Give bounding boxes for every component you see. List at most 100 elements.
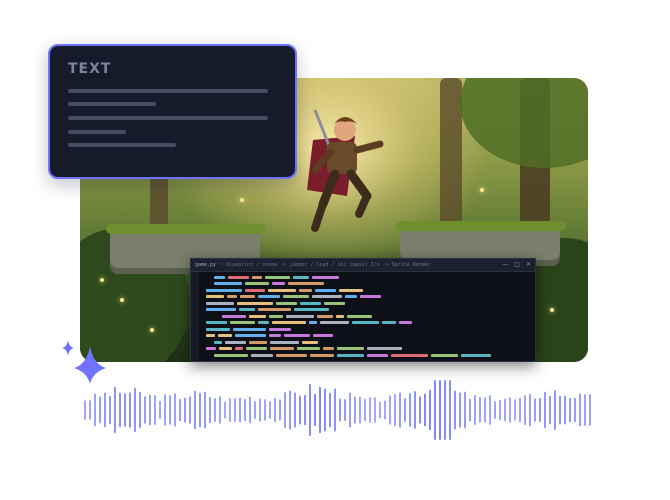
waveform-bar (574, 397, 576, 423)
code-token (268, 288, 296, 292)
code-token (310, 353, 334, 357)
waveform-bar (439, 380, 441, 440)
waveform-bar (369, 397, 371, 423)
waveform-bar (389, 395, 391, 425)
code-token (206, 301, 234, 305)
waveform-bar (264, 399, 266, 421)
waveform-bar (329, 392, 331, 428)
code-token (219, 347, 232, 351)
code-token (302, 340, 318, 344)
code-token (272, 321, 306, 325)
waveform-bar (169, 395, 171, 425)
editor-tab-title[interactable]: game.py (195, 262, 216, 268)
code-token (258, 321, 269, 325)
code-token (214, 275, 225, 279)
waveform-bar (399, 392, 401, 428)
text-placeholder-line (68, 130, 126, 134)
waveform-bar (249, 396, 251, 424)
code-token (214, 353, 248, 357)
waveform-bar (99, 396, 101, 424)
firefly (100, 278, 104, 282)
code-token (313, 334, 333, 338)
code-token (337, 353, 364, 357)
waveform-bar (319, 386, 321, 434)
waveform-bar (154, 395, 156, 425)
close-icon[interactable]: ✕ (526, 261, 531, 269)
waveform-bar (519, 397, 521, 423)
code-token (297, 347, 320, 351)
waveform-bar (174, 393, 176, 427)
code-token (214, 340, 222, 344)
code-token (324, 301, 345, 305)
waveform-bar (309, 384, 311, 436)
code-token (276, 301, 297, 305)
editor-titlebar: game.py ~ blueprint / scene -> jumper / … (191, 259, 535, 272)
waveform-bar (589, 394, 591, 426)
waveform-bar (239, 397, 241, 423)
waveform-bar (104, 392, 106, 428)
waveform-bar (199, 392, 201, 428)
code-token (299, 288, 312, 292)
waveform-bar (494, 401, 496, 419)
waveform-bar (189, 396, 191, 424)
text-card-title: TEXT (68, 61, 112, 77)
waveform-bar (564, 395, 566, 425)
code-token (270, 340, 299, 344)
waveform-bar (374, 396, 376, 424)
text-placeholder-line (68, 143, 176, 147)
text-placeholder-line (68, 116, 268, 120)
code-token (246, 347, 267, 351)
waveform-bar (224, 401, 226, 419)
waveform-bar (554, 390, 556, 430)
code-token (286, 314, 314, 318)
waveform-bar (509, 397, 511, 423)
waveform-bar (254, 400, 256, 420)
firefly (550, 308, 554, 312)
code-token (345, 295, 357, 299)
waveform-bar (124, 393, 126, 427)
code-token (309, 321, 317, 325)
waveform-bar (359, 396, 361, 424)
foliage (460, 78, 588, 168)
waveform-bar (89, 400, 91, 420)
audio-waveform (84, 380, 591, 440)
waveform-bar (409, 393, 411, 427)
waveform-bar (229, 397, 231, 423)
code-token (293, 275, 309, 279)
code-line (203, 352, 531, 359)
text-placeholder-line (68, 102, 156, 106)
waveform-bar (299, 395, 301, 425)
code-token (249, 314, 266, 318)
code-token (230, 321, 255, 325)
window-controls: — □ ✕ (502, 261, 531, 269)
waveform-bar (429, 389, 431, 431)
waveform-bar (534, 398, 536, 422)
code-token (461, 353, 491, 357)
code-token (239, 308, 255, 312)
waveform-bar (384, 400, 386, 420)
waveform-bar (139, 391, 141, 429)
waveform-bar (94, 393, 96, 427)
waveform-bar (119, 392, 121, 428)
waveform-bar (339, 398, 341, 422)
line-number-gutter (191, 272, 199, 361)
code-token (206, 288, 242, 292)
waveform-bar (194, 390, 196, 430)
code-token (251, 353, 273, 357)
waveform-bar (219, 396, 221, 424)
code-token (206, 327, 230, 331)
code-token (399, 321, 412, 325)
minimize-icon[interactable]: — (502, 261, 508, 269)
code-token (214, 282, 242, 286)
waveform-bar (344, 399, 346, 421)
code-area[interactable] (199, 272, 535, 361)
waveform-bar (334, 388, 336, 432)
waveform-bar (159, 400, 161, 420)
waveform-bar (274, 397, 276, 423)
waveform-bar (569, 397, 571, 423)
code-token (320, 321, 349, 325)
waveform-bar (214, 397, 216, 423)
text-placeholder-line (68, 89, 268, 93)
code-token (294, 308, 329, 312)
maximize-icon[interactable]: □ (514, 261, 520, 269)
